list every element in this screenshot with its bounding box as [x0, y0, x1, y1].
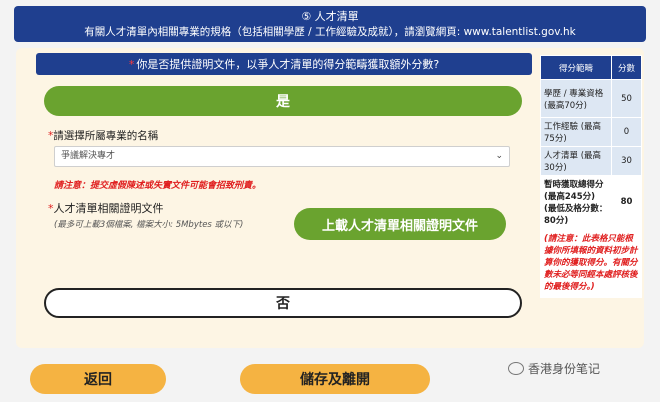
score-note: (請注意：此表格只能根據你所填報的資料初步計算你的獲取得分。有關分數未必等同經本…	[540, 228, 642, 298]
section-step-title: ⑤ 人才清單	[301, 10, 359, 23]
profession-label: *請選擇所屬專業的名稱	[48, 128, 158, 143]
chevron-down-icon: ⌄	[495, 151, 503, 161]
back-button[interactable]: 返回	[30, 364, 166, 394]
upload-label: *人才清單相關證明文件	[48, 200, 164, 216]
legal-notice: 請注意：提交虛假陳述或失實文件可能會招致刑責。	[54, 181, 262, 191]
upload-button[interactable]: 上載人才清單相關證明文件	[294, 208, 506, 240]
save-and-exit-button[interactable]: 儲存及離開	[240, 364, 430, 394]
question-text: 你是否提供證明文件，以爭人才清單的得分範疇獲取額外分數?	[136, 58, 440, 71]
yes-button[interactable]: 是	[44, 86, 522, 116]
score-row-value: 50	[611, 79, 642, 118]
score-row-value: 30	[611, 146, 642, 176]
score-table-header-score: 分數	[611, 55, 642, 80]
score-row-value: 0	[611, 117, 642, 147]
score-row-label: 工作經驗 (最高75分)	[540, 117, 612, 147]
wechat-icon	[508, 362, 524, 375]
table-row: 人才清單 (最高30分) 30	[540, 146, 642, 176]
score-note-row: (請注意：此表格只能根據你所填報的資料初步計算你的獲取得分。有關分數未必等同經本…	[540, 228, 642, 298]
question-bar: * 你是否提供證明文件，以爭人才清單的得分範疇獲取額外分數?	[36, 53, 532, 75]
score-table-header-category: 得分範疇	[540, 55, 612, 80]
score-table: 得分範疇 分數 學歷 / 專業資格 (最高70分) 50 工作經驗 (最高75分…	[540, 55, 642, 298]
watermark: 香港身份笔记	[508, 360, 600, 377]
score-row-label: 學歷 / 專業資格 (最高70分)	[540, 79, 612, 118]
score-total-row: 暫時獲取總得分 (最高245分) (最低及格分數：80分) 80	[540, 175, 642, 229]
upload-label-text: 人才清單相關證明文件	[53, 202, 164, 215]
profession-select[interactable]: 爭議解決專才 ⌄	[54, 146, 510, 167]
watermark-text: 香港身份笔记	[528, 362, 601, 376]
upload-hint: (最多可上載3個檔案, 檔案大小: 5Mbytes 或以下)	[54, 220, 244, 230]
profession-label-text: 請選擇所屬專業的名稱	[53, 130, 159, 142]
required-star: *	[128, 57, 135, 71]
no-button[interactable]: 否	[44, 288, 522, 318]
section-header: ⑤ 人才清單 有關人才清單內相關專業的規格（包括相關學歷 / 工作經驗及成就），…	[14, 6, 646, 42]
profession-select-value: 爭議解決專才	[61, 151, 116, 161]
table-row: 工作經驗 (最高75分) 0	[540, 117, 642, 147]
score-total-value: 80	[611, 175, 642, 229]
section-description: 有關人才清單內相關專業的規格（包括相關學歷 / 工作經驗及成就），請瀏覽網頁: …	[84, 26, 576, 38]
score-row-label: 人才清單 (最高30分)	[540, 146, 612, 176]
score-total-label: 暫時獲取總得分 (最高245分) (最低及格分數：80分)	[540, 175, 612, 229]
table-row: 學歷 / 專業資格 (最高70分) 50	[540, 79, 642, 118]
